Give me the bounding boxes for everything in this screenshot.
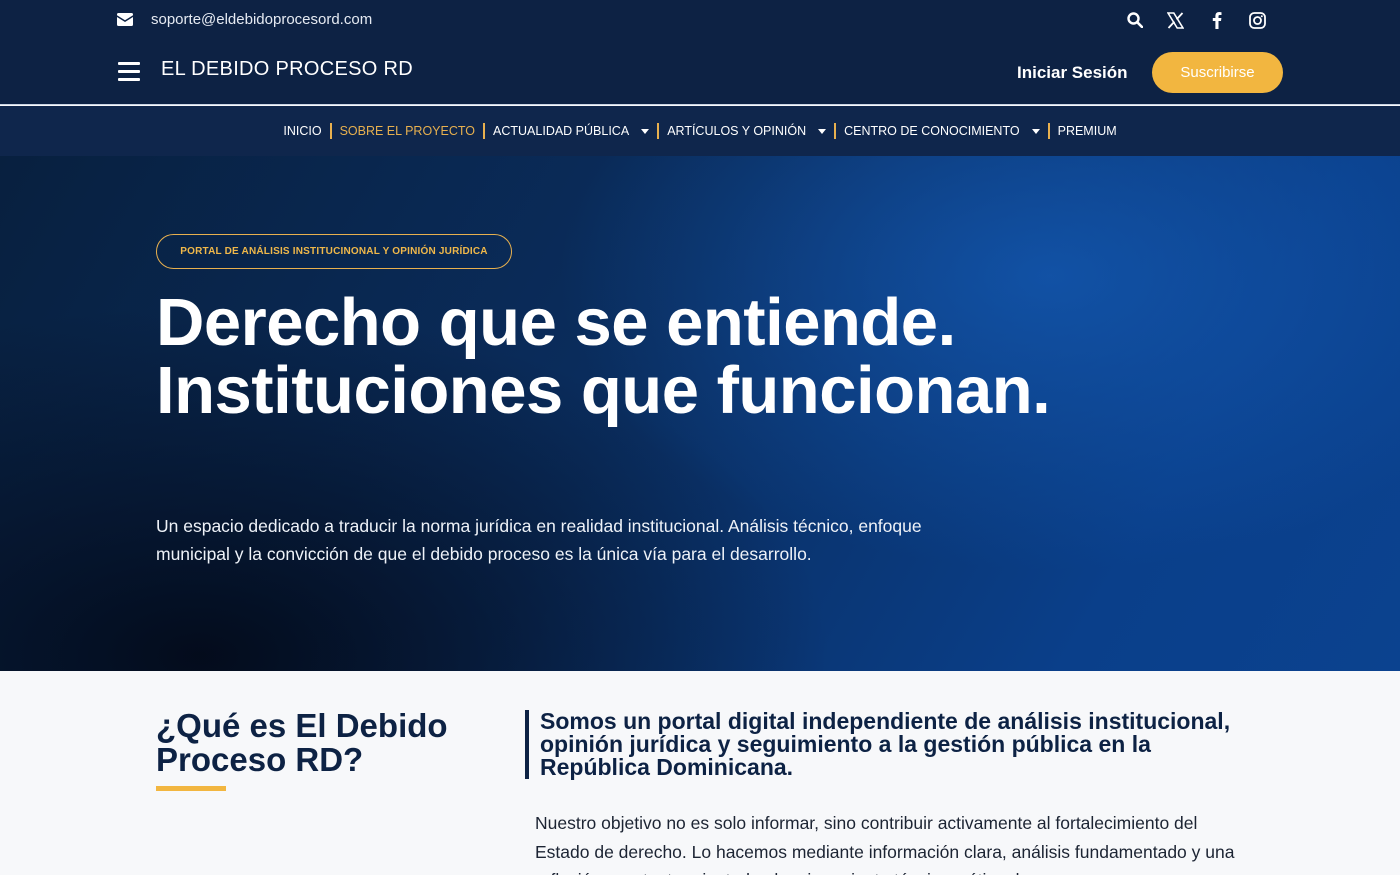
chevron-down-icon[interactable] xyxy=(818,128,827,134)
site-brand[interactable]: EL DEBIDO PROCESO RD xyxy=(161,58,413,81)
search-icon[interactable] xyxy=(1114,10,1155,30)
facebook-icon[interactable] xyxy=(1196,10,1237,30)
email-text: soporte@eldebidoprocesord.com xyxy=(151,11,373,28)
nav-item-premium[interactable]: PREMIUM xyxy=(1050,124,1125,138)
about-heading: ¿Qué es El Debido Proceso RD? xyxy=(156,707,448,778)
instagram-icon[interactable] xyxy=(1237,10,1278,30)
hero-badge: PORTAL DE ANÁLISIS INSTITUCINONAL Y OPIN… xyxy=(156,234,512,269)
about-quote: Somos un portal digital independiente de… xyxy=(525,710,1255,779)
subscribe-button[interactable]: Suscribirse xyxy=(1152,52,1283,93)
heading-accent-bar xyxy=(156,786,226,791)
hero-title: Derecho que se entiende. Instituciones q… xyxy=(156,285,1051,428)
nav-item-actualidad-publica[interactable]: ACTUALIDAD PÚBLICA xyxy=(485,124,637,138)
hero-section: PORTAL DE ANÁLISIS INSTITUCINONAL Y OPIN… xyxy=(0,156,1400,671)
envelope-icon xyxy=(117,13,133,26)
hero-subtitle: Un espacio dedicado a traducir la norma … xyxy=(156,516,922,564)
brand-row: EL DEBIDO PROCESO RD Iniciar Sesión Susc… xyxy=(0,48,1400,94)
main-nav: INICIO SOBRE EL PROYECTO ACTUALIDAD PÚBL… xyxy=(0,106,1400,156)
chevron-down-icon[interactable] xyxy=(1031,128,1040,134)
social-links xyxy=(1114,10,1278,30)
about-section: ¿Qué es El Debido Proceso RD? Somos un p… xyxy=(0,671,1400,875)
top-bar: soporte@eldebidoprocesord.com xyxy=(0,0,1400,40)
contact-email[interactable]: soporte@eldebidoprocesord.com xyxy=(117,11,372,28)
x-icon[interactable] xyxy=(1155,10,1196,30)
hamburger-menu-icon[interactable] xyxy=(118,62,140,82)
about-body: Nuestro objetivo no es solo informar, si… xyxy=(535,813,1235,875)
site-header: soporte@eldebidoprocesord.com EL DEBIDO … xyxy=(0,0,1400,105)
chevron-down-icon[interactable] xyxy=(641,128,650,134)
nav-item-sobre-el-proyecto[interactable]: SOBRE EL PROYECTO xyxy=(332,124,483,138)
nav-item-centro-de-conocimiento[interactable]: CENTRO DE CONOCIMIENTO xyxy=(836,124,1027,138)
nav-item-inicio[interactable]: INICIO xyxy=(275,124,329,138)
login-link[interactable]: Iniciar Sesión xyxy=(1017,63,1128,83)
nav-item-articulos-y-opinion[interactable]: ARTÍCULOS Y OPINIÓN xyxy=(659,124,814,138)
